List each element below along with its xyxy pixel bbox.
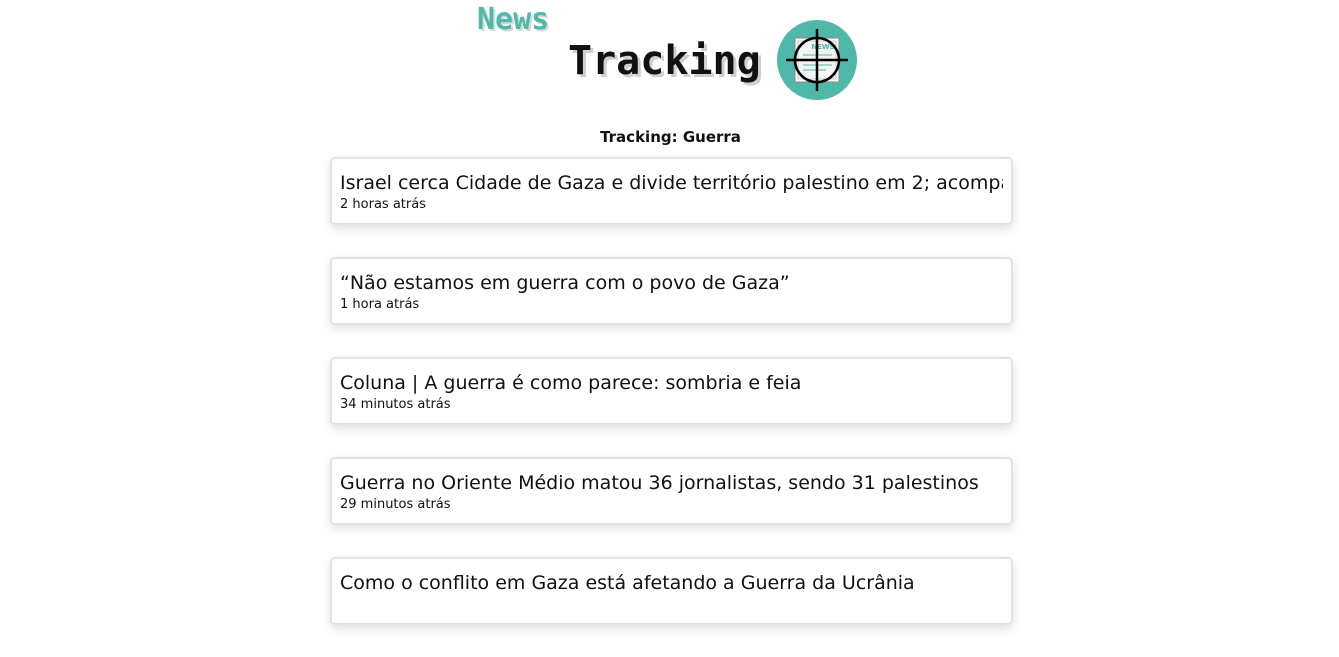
article-title[interactable]: “Não estamos em guerra com o povo de Gaz… — [340, 271, 1003, 295]
article-title[interactable]: Guerra no Oriente Médio matou 36 jornali… — [340, 471, 1003, 495]
article-list: Israel cerca Cidade de Gaza e divide ter… — [330, 157, 1013, 657]
article-time: 1 hora atrás — [340, 297, 420, 312]
crosshair-newspaper-icon: NEWS — [777, 20, 857, 100]
article-card[interactable]: “Não estamos em guerra com o povo de Gaz… — [330, 257, 1013, 325]
article-time: 2 horas atrás — [340, 197, 426, 212]
article-time: 29 minutos atrás — [340, 497, 451, 512]
logo-news-text: News — [477, 2, 550, 37]
site-header: News Tracking NEWS — [0, 0, 1339, 120]
article-title[interactable]: Israel cerca Cidade de Gaza e divide ter… — [340, 171, 1003, 195]
article-card[interactable]: Como o conflito em Gaza está afetando a … — [330, 557, 1013, 625]
article-time: 34 minutos atrás — [340, 397, 451, 412]
article-title[interactable]: Como o conflito em Gaza está afetando a … — [340, 571, 1003, 595]
article-card[interactable]: Coluna | A guerra é como parece: sombria… — [330, 357, 1013, 425]
article-title[interactable]: Coluna | A guerra é como parece: sombria… — [340, 371, 1003, 395]
article-card[interactable]: Israel cerca Cidade de Gaza e divide ter… — [330, 157, 1013, 225]
tracking-topic-label: Tracking: Guerra — [600, 128, 741, 146]
logo-tracking-text: Tracking — [568, 38, 761, 84]
article-card[interactable]: Guerra no Oriente Médio matou 36 jornali… — [330, 457, 1013, 525]
